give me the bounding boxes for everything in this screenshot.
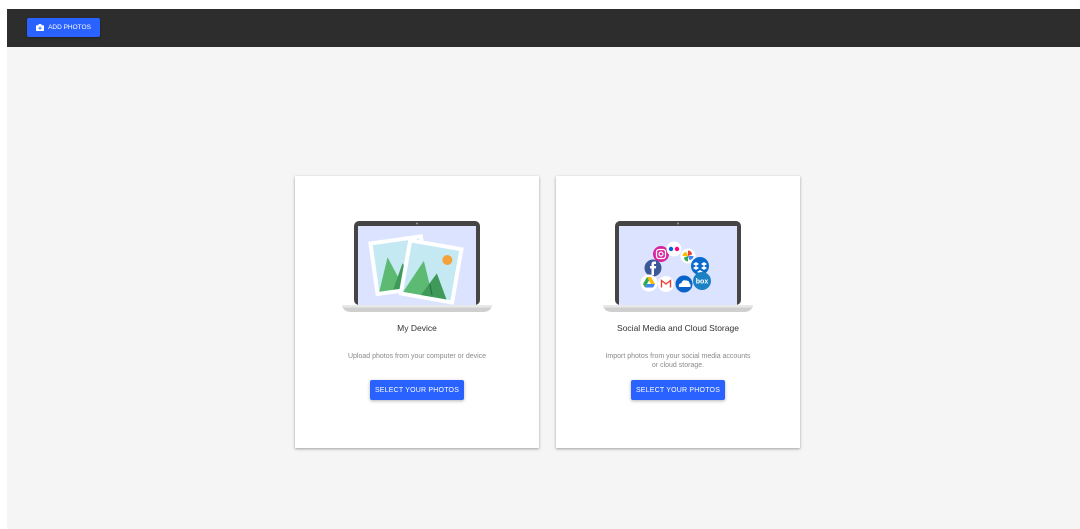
laptop-social-cloud-illustration: box [603, 221, 753, 312]
facebook-icon [644, 259, 662, 277]
onedrive-icon [675, 275, 693, 293]
laptop-photos-illustration [342, 221, 492, 312]
flickr-icon [666, 241, 682, 257]
card-description: Import photos from your social media acc… [605, 353, 751, 369]
app-frame: ADD PHOTOS My Device Upload photos from … [7, 9, 1080, 529]
card-title: My Device [397, 323, 437, 333]
add-photos-label: ADD PHOTOS [48, 24, 91, 31]
my-device-card: My Device Upload photos from your comput… [295, 176, 539, 448]
social-cloud-card: box Social Media and Cloud Storage Impor… [556, 176, 800, 448]
select-device-photos-button[interactable]: SELECT YOUR PHOTOS [370, 380, 464, 400]
google-drive-icon [640, 274, 658, 292]
top-toolbar: ADD PHOTOS [7, 9, 1080, 47]
box-icon-text: box [696, 279, 709, 286]
select-social-photos-button[interactable]: SELECT YOUR PHOTOS [631, 380, 725, 400]
camera-plus-icon [36, 24, 45, 31]
card-title: Social Media and Cloud Storage [617, 323, 739, 333]
gmail-icon [658, 276, 674, 292]
card-description: Upload photos from your computer or devi… [347, 353, 487, 360]
add-photos-button[interactable]: ADD PHOTOS [27, 18, 100, 37]
box-icon: box [693, 272, 711, 290]
